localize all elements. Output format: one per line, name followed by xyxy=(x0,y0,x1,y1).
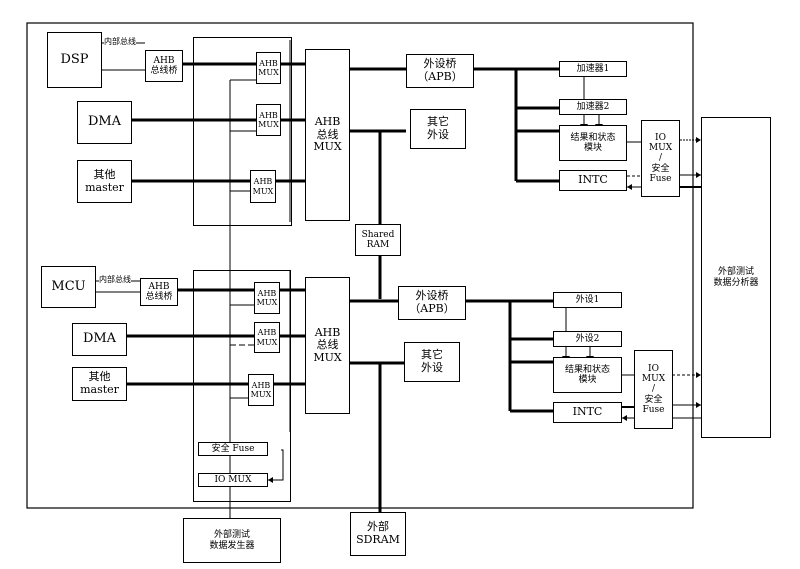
chip-boundary xyxy=(26,22,694,509)
top-internal-bus-label: 内部总线 xyxy=(104,36,136,47)
label: 模块 xyxy=(578,375,597,385)
bottom-ahb-bus-mux: AHB 总线 MUX xyxy=(305,277,350,414)
label: 安全 xyxy=(651,163,670,174)
peripheral-1: 外设1 xyxy=(553,292,622,308)
top-apb-bridge: 外设桥 （APB） xyxy=(406,54,474,88)
bottom-safety-fuse: 安全 Fuse xyxy=(198,442,268,456)
label: Fuse xyxy=(642,405,665,416)
label: 其他 xyxy=(93,167,116,181)
top-result-status-module: 结果和状态 模块 xyxy=(559,125,627,161)
label: MUX xyxy=(313,140,342,154)
label: master xyxy=(85,180,124,194)
external-test-data-generator: 外部测试 数据发生器 xyxy=(183,518,281,563)
bottom-ahb-mux-3: AHB MUX xyxy=(248,374,274,406)
label: 外设1 xyxy=(575,294,600,305)
label: 结果和状态 xyxy=(570,132,616,143)
top-master-dsp: DSP xyxy=(47,32,102,88)
bottom-other-peripheral: 其它 外设 xyxy=(404,342,460,382)
top-intc: INTC xyxy=(559,170,627,191)
label: SDRAM xyxy=(356,533,400,546)
label: AHB xyxy=(257,288,277,298)
dma-label: DMA xyxy=(82,331,117,347)
label: 安全 xyxy=(644,394,663,405)
label: MUX xyxy=(258,68,279,77)
label: 数据发生器 xyxy=(209,540,255,551)
top-io-mux-fuse: IO MUX / 安全 Fuse xyxy=(641,120,680,197)
top-other-peripheral: 其它 外设 xyxy=(410,109,466,149)
bottom-internal-bus-label: 内部总线 xyxy=(99,274,131,285)
bottom-intc: INTC xyxy=(553,402,622,423)
label: AHB xyxy=(148,281,170,292)
label: MUX xyxy=(641,373,666,384)
bottom-result-status-module: 结果和状态 模块 xyxy=(553,357,622,393)
dma-label: DMA xyxy=(87,114,122,130)
accelerator-2: 加速器2 xyxy=(559,99,627,115)
label: 模块 xyxy=(583,143,602,153)
bottom-ahb-bridge: AHB 总线桥 xyxy=(140,278,178,306)
shared-ram: Shared RAM xyxy=(355,224,401,256)
label: RAM xyxy=(366,240,390,250)
label: INTC xyxy=(572,405,603,419)
external-test-data-analyzer: 外部测试 数据分析器 xyxy=(701,117,771,438)
bottom-master-dma: DMA xyxy=(72,323,127,356)
label: 加速器1 xyxy=(576,63,610,74)
top-ahb-bridge: AHB 总线桥 xyxy=(145,50,183,82)
top-master-other: 其他 master xyxy=(77,160,132,203)
bottom-master-mcu: MCU xyxy=(41,266,96,308)
label: 外设2 xyxy=(575,333,600,344)
label: Fuse xyxy=(649,174,672,185)
bottom-io-mux-fuse: IO MUX / 安全 Fuse xyxy=(634,350,673,429)
label: 总线桥 xyxy=(150,66,178,76)
top-ahb-mux-2: AHB MUX xyxy=(256,104,281,136)
label: 外部测试 xyxy=(213,530,250,541)
label: MUX xyxy=(256,298,278,307)
label: AHB xyxy=(314,115,341,129)
label: 外设 xyxy=(421,361,443,374)
peripheral-2: 外设2 xyxy=(553,331,622,347)
label: （APB） xyxy=(409,302,455,315)
label: 总线 xyxy=(316,338,339,352)
label: 外设 xyxy=(427,128,449,141)
label: 数据分析器 xyxy=(713,277,759,288)
bottom-master-other: 其他 master xyxy=(72,367,127,401)
label: AHB xyxy=(153,55,175,66)
top-ahb-mux-1: AHB MUX xyxy=(256,52,281,84)
bottom-ahb-mux-1: AHB MUX xyxy=(254,282,280,314)
label: master xyxy=(80,383,119,396)
label: MUX xyxy=(256,337,278,347)
label: IO xyxy=(648,363,659,374)
label: 结果和状态 xyxy=(564,364,610,375)
label: 加速器2 xyxy=(576,101,610,112)
bottom-apb-bridge: 外设桥 （APB） xyxy=(398,286,466,320)
label: 安全 Fuse xyxy=(211,443,255,454)
label: 外部测试 xyxy=(717,267,754,278)
label: 总线桥 xyxy=(145,292,173,302)
label: MUX xyxy=(258,120,279,129)
label: / xyxy=(658,153,663,164)
top-ahb-mux-3: AHB MUX xyxy=(250,170,276,203)
bottom-ahb-mux-2: AHB MUX xyxy=(254,322,280,353)
top-ahb-bus-mux: AHB 总线 MUX xyxy=(305,49,350,221)
label: Shared xyxy=(361,229,395,240)
external-sdram: 外部 SDRAM xyxy=(350,512,406,556)
bottom-io-mux: IO MUX xyxy=(198,473,268,487)
label: MUX xyxy=(252,186,274,196)
label: （APB） xyxy=(417,70,463,83)
label: IO xyxy=(655,132,666,143)
label: MUX xyxy=(648,142,673,153)
label: MUX xyxy=(250,390,272,399)
label: AHB xyxy=(259,110,278,120)
label: AHB xyxy=(259,58,278,68)
label: / xyxy=(651,384,656,395)
label: MUX xyxy=(313,350,342,364)
accelerator-1: 加速器1 xyxy=(559,61,627,77)
dsp-label: DSP xyxy=(60,51,89,67)
top-master-dma: DMA xyxy=(77,101,132,144)
mcu-label: MCU xyxy=(51,278,86,294)
label: AHB xyxy=(251,380,271,390)
label: AHB xyxy=(253,177,273,187)
label: IO MUX xyxy=(214,474,252,485)
label: INTC xyxy=(578,173,608,187)
label: AHB xyxy=(257,328,277,338)
